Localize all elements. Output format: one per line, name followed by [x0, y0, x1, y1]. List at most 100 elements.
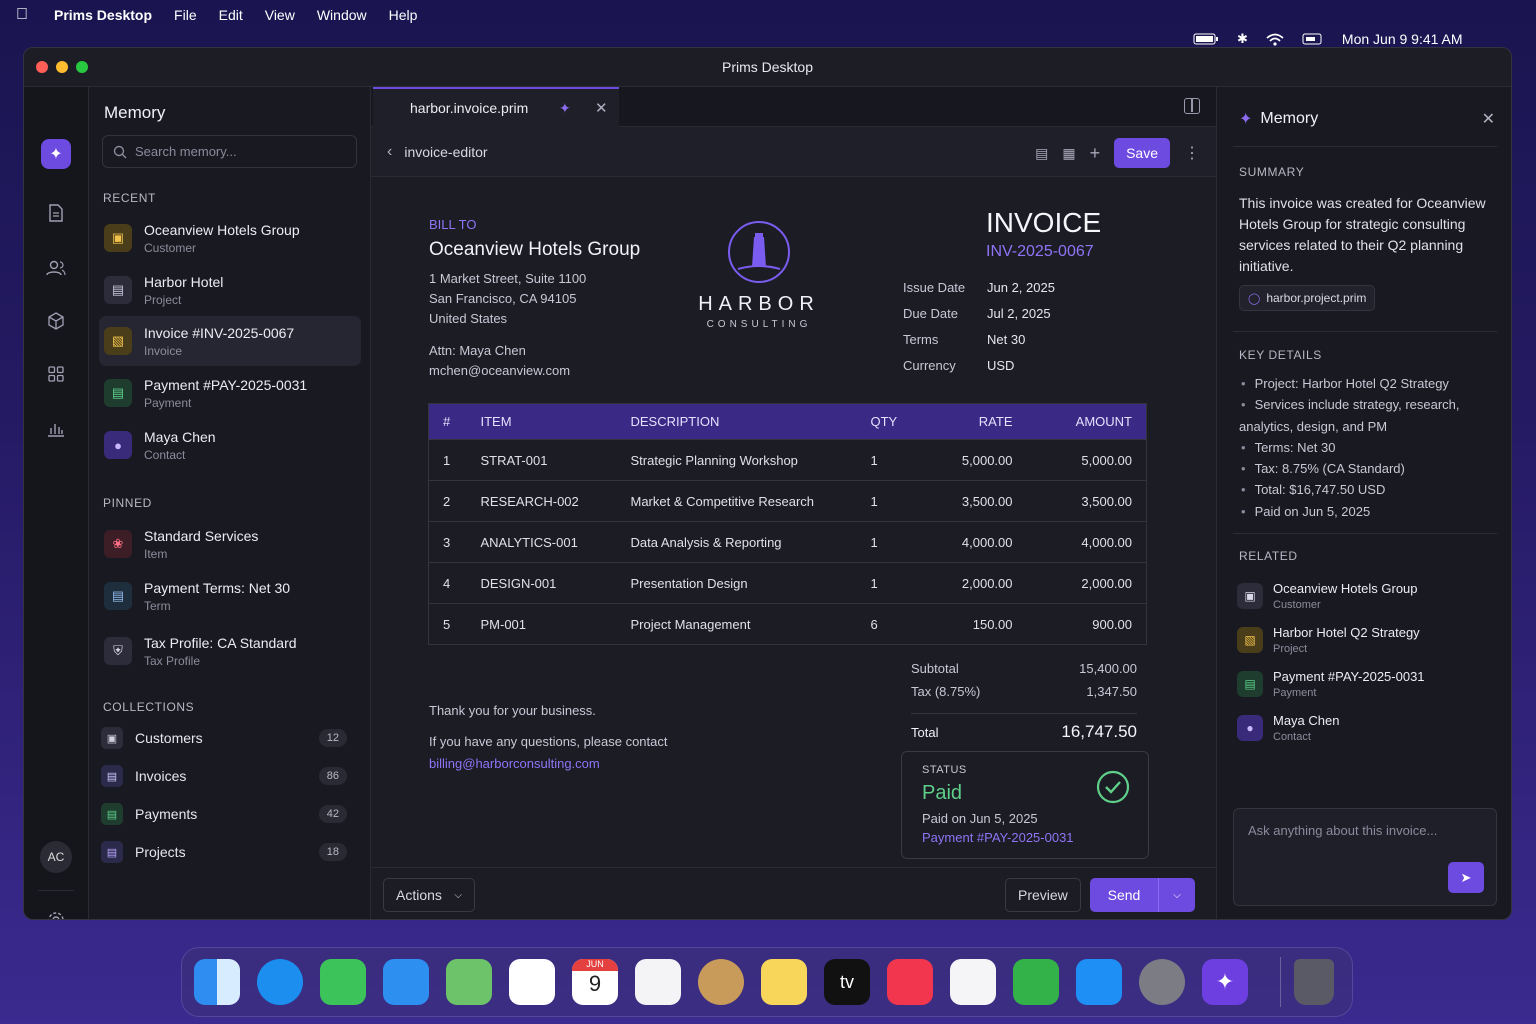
table-row[interactable]: 5 PM-001 Project Management 6 150.00 900.00 [428, 603, 1147, 645]
zoom-window-button[interactable] [76, 61, 88, 73]
menu-app-name[interactable]: Prims Desktop [54, 7, 152, 23]
trash-icon[interactable] [1294, 959, 1334, 1005]
mail-icon[interactable] [383, 959, 429, 1005]
editor-area: harbor.invoice.prim ✦ ✕ ‹ invoice-editor… [371, 87, 1216, 919]
table-row[interactable]: 3 ANALYTICS-001 Data Analysis & Reporting 1… [428, 521, 1147, 563]
pinned-item-tax[interactable]: ⛨ Tax Profile: CA Standard Tax Profile [99, 626, 361, 676]
pinned-item-terms[interactable]: ▤ Payment Terms: Net 30 Term [99, 571, 361, 621]
cell: 1 [856, 480, 917, 522]
table-row[interactable]: 1 STRAT-001 Strategic Planning Workshop 1 5,… [428, 439, 1147, 481]
preview-button[interactable]: Preview [1005, 878, 1081, 912]
menu-help[interactable]: Help [389, 7, 418, 23]
keynote-icon[interactable] [698, 959, 744, 1005]
system-settings-icon[interactable] [1139, 959, 1185, 1005]
window-title: Prims Desktop [721, 59, 814, 75]
photos-icon[interactable] [509, 959, 555, 1005]
maps-icon[interactable] [446, 959, 492, 1005]
related-item-customer[interactable]: ▣ Oceanview Hotels Group Customer [1237, 581, 1497, 611]
related-item-contact[interactable]: ● Maya Chen Contact [1237, 713, 1497, 743]
grid-icon[interactable] [41, 359, 71, 389]
column-header: AMOUNT [1026, 403, 1147, 440]
breadcrumb[interactable]: invoice-editor [404, 144, 487, 160]
control-center-icon[interactable] [1302, 33, 1324, 45]
recent-item-contact[interactable]: ● Maya Chen Contact [99, 420, 361, 470]
project-chip[interactable]: ◯ harbor.project.prim [1239, 285, 1376, 311]
menu-edit[interactable]: Edit [219, 7, 243, 23]
save-button[interactable]: Save [1114, 138, 1170, 168]
sparkle-logo-icon[interactable]: ✦ [41, 139, 71, 169]
related-item-payment[interactable]: ▤ Payment #PAY-2025-0031 Payment [1237, 669, 1497, 699]
bluetooth-icon[interactable]: ✱ [1237, 31, 1248, 47]
battery-icon[interactable] [1193, 33, 1219, 45]
cell: 3 [428, 521, 467, 563]
terms-icon: ▤ [104, 582, 132, 610]
collections-heading: COLLECTIONS [103, 700, 195, 714]
menu-view[interactable]: View [265, 7, 295, 23]
cell: 3,500.00 [1026, 480, 1147, 522]
wifi-icon[interactable] [1266, 33, 1284, 46]
calendar-icon[interactable]: JUN 9 [572, 959, 618, 1005]
contact-email-link[interactable]: billing@harborconsulting.com [429, 756, 600, 771]
paper-plane-icon: ➤ [1460, 869, 1472, 885]
table-row[interactable]: 4 DESIGN-001 Presentation Design 1 2,000.00 2… [428, 562, 1147, 604]
invoice-number: INV-2025-0067 [986, 243, 1094, 260]
gear-icon[interactable] [41, 905, 71, 919]
ask-input[interactable]: Ask anything about this invoice... ➤ [1233, 808, 1497, 906]
numbers-icon[interactable] [1013, 959, 1059, 1005]
table-row[interactable]: 2 RESEARCH-002 Market & Competitive Resear… [428, 480, 1147, 522]
minimize-window-button[interactable] [56, 61, 68, 73]
collection-customers[interactable]: ▣ Customers 12 [101, 724, 347, 752]
column-header: ITEM [466, 403, 617, 440]
clipboard-icon[interactable]: ▤ [1035, 145, 1048, 162]
cell: 6 [856, 603, 917, 645]
app-store-icon[interactable] [1076, 959, 1122, 1005]
reminders-icon[interactable] [635, 959, 681, 1005]
cube-icon[interactable] [41, 306, 71, 336]
recent-item-customer[interactable]: ▣ Oceanview Hotels Group Customer [99, 213, 361, 263]
split-view-icon[interactable] [1184, 98, 1200, 114]
news-icon[interactable] [950, 959, 996, 1005]
payment-icon: ▤ [104, 379, 132, 407]
cell: 5,000.00 [1026, 439, 1147, 481]
table-icon[interactable]: ▦ [1062, 145, 1075, 162]
collection-payments[interactable]: ▤ Payments 42 [101, 800, 347, 828]
pinned-item-services[interactable]: ❀ Standard Services Item [99, 519, 361, 569]
prims-app-icon[interactable]: ✦ [1202, 959, 1248, 1005]
address-line: 1 Market Street, Suite 1100 [429, 271, 587, 286]
add-icon[interactable]: + [1090, 143, 1101, 164]
messages-icon[interactable] [320, 959, 366, 1005]
recent-item-payment[interactable]: ▤ Payment #PAY-2025-0031 Payment [99, 368, 361, 418]
menu-file[interactable]: File [174, 7, 197, 23]
send-button[interactable]: Send [1090, 887, 1158, 903]
send-options-chevron-icon[interactable]: ⌵ [1158, 878, 1195, 912]
more-icon[interactable]: ⋮ [1184, 143, 1200, 163]
notes-icon[interactable] [761, 959, 807, 1005]
chart-icon[interactable] [41, 414, 71, 444]
recent-item-invoice[interactable]: ▧ Invoice #INV-2025-0067 Invoice [99, 316, 361, 366]
search-input[interactable]: Search memory... [102, 135, 357, 168]
finder-icon[interactable] [194, 959, 240, 1005]
clock[interactable]: Mon Jun 9 9:41 AM [1342, 31, 1463, 47]
people-icon[interactable] [41, 253, 71, 283]
back-chevron-icon[interactable]: ‹ [387, 143, 392, 161]
tab-invoice[interactable]: harbor.invoice.prim ✦ ✕ [373, 87, 619, 127]
music-icon[interactable] [887, 959, 933, 1005]
close-panel-icon[interactable]: ✕ [1482, 109, 1495, 129]
safari-icon[interactable] [257, 959, 303, 1005]
apple-icon[interactable]:  [16, 6, 36, 24]
avatar[interactable]: AC [40, 841, 72, 873]
menu-window[interactable]: Window [317, 7, 367, 23]
document-icon[interactable] [41, 198, 71, 228]
actions-dropdown[interactable]: Actions ⌵ [383, 878, 475, 912]
recent-item-project[interactable]: ▤ Harbor Hotel Project [99, 265, 361, 315]
tv-icon[interactable]: tv [824, 959, 870, 1005]
related-item-project[interactable]: ▧ Harbor Hotel Q2 Strategy Project [1237, 625, 1497, 655]
send-message-button[interactable]: ➤ [1448, 862, 1484, 893]
payment-link[interactable]: Payment #PAY-2025-0031 [922, 830, 1128, 845]
logo-subtitle: CONSULTING [706, 319, 812, 330]
close-window-button[interactable] [36, 61, 48, 73]
close-tab-icon[interactable]: ✕ [595, 99, 608, 117]
collection-projects[interactable]: ▤ Projects 18 [101, 838, 347, 866]
collection-invoices[interactable]: ▤ Invoices 86 [101, 762, 347, 790]
column-header: DESCRIPTION [616, 403, 857, 440]
